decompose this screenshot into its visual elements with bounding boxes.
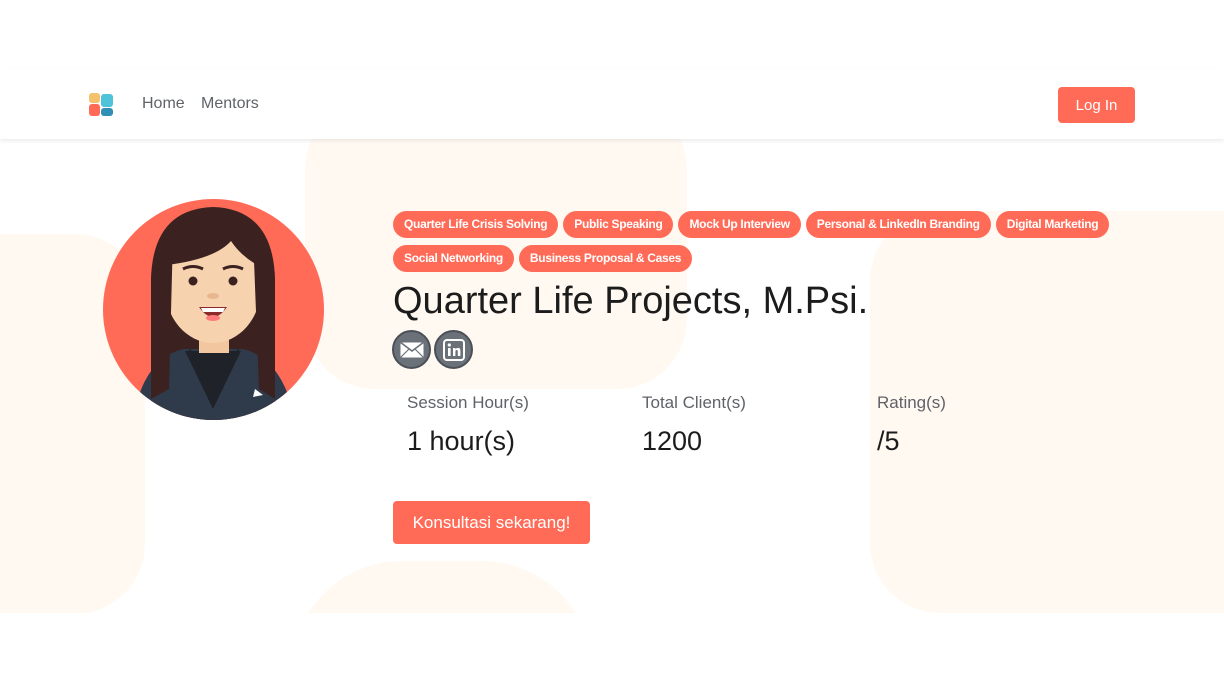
- consult-now-button[interactable]: Konsultasi sekarang!: [393, 501, 590, 544]
- login-button[interactable]: Log In: [1058, 87, 1135, 123]
- expertise-tag[interactable]: Quarter Life Crisis Solving: [393, 211, 559, 238]
- navbar: Home Mentors Log In: [0, 69, 1224, 139]
- email-button[interactable]: [392, 330, 431, 369]
- app-logo-icon[interactable]: [88, 93, 114, 117]
- nav-link-mentors[interactable]: Mentors: [201, 95, 259, 113]
- linkedin-button[interactable]: [434, 330, 473, 369]
- background-shape: [292, 561, 592, 613]
- linkedin-icon: [442, 338, 465, 361]
- session-hours-label: Session Hour(s): [407, 393, 529, 412]
- expertise-tag[interactable]: Public Speaking: [563, 211, 674, 238]
- session-hours-value: 1 hour(s): [407, 426, 516, 456]
- rating-label: Rating(s): [877, 393, 946, 412]
- rating-value: /5: [877, 426, 900, 456]
- expertise-tag[interactable]: Personal & LinkedIn Branding: [805, 211, 991, 238]
- nav-link-home[interactable]: Home: [142, 95, 185, 113]
- total-clients-value: 1200: [642, 426, 703, 456]
- expertise-tag[interactable]: Social Networking: [393, 245, 514, 272]
- expertise-tag[interactable]: Business Proposal & Cases: [518, 245, 693, 272]
- profile-hero: Quarter Life Crisis Solving Public Speak…: [0, 139, 1224, 613]
- total-clients-label: Total Client(s): [642, 393, 746, 412]
- mentor-name: Quarter Life Projects, M.Psi.: [393, 280, 869, 322]
- expertise-tag[interactable]: Digital Marketing: [995, 211, 1110, 238]
- mentor-avatar-illustration: [133, 207, 295, 420]
- mentor-avatar: [103, 199, 324, 420]
- expertise-tag[interactable]: Mock Up Interview: [678, 211, 801, 238]
- expertise-tags: Quarter Life Crisis Solving Public Speak…: [393, 211, 1113, 272]
- email-icon: [399, 340, 424, 358]
